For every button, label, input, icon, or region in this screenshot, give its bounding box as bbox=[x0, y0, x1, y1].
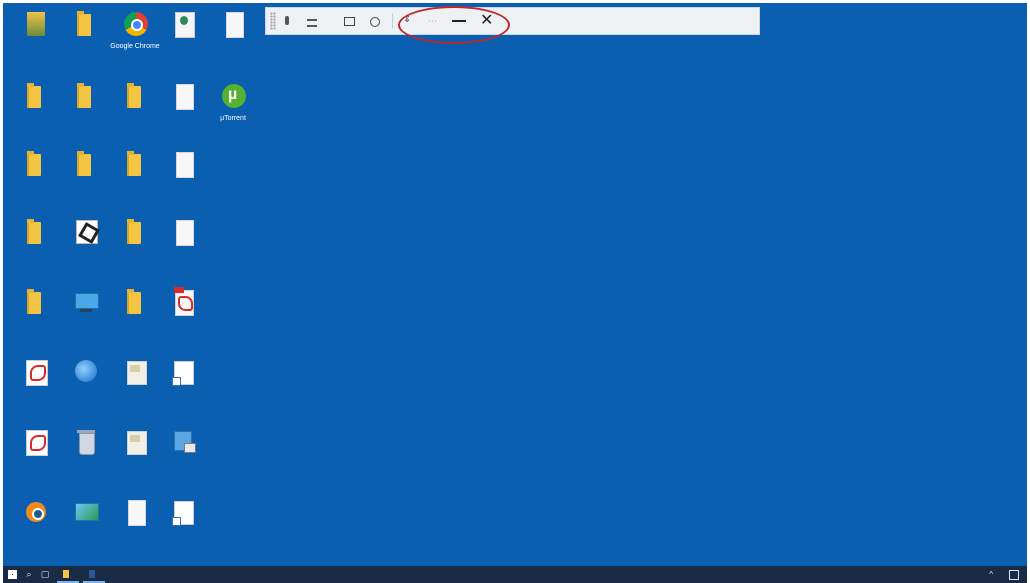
desktop-icon-doc-1[interactable] bbox=[207, 7, 259, 71]
app-icon bbox=[170, 9, 196, 39]
folder-icon bbox=[72, 81, 98, 111]
folder-icon bbox=[63, 569, 69, 578]
desktop-icon-folder-2[interactable] bbox=[9, 79, 61, 143]
desktop-icon-device-manager[interactable] bbox=[157, 425, 209, 489]
remote-toolbar: ··· ✕ bbox=[265, 7, 760, 35]
connection-signal bbox=[301, 12, 326, 30]
desktop-icon-folder-5[interactable] bbox=[9, 147, 61, 211]
folder-icon bbox=[72, 9, 98, 39]
desktop-icon-folder-6[interactable] bbox=[59, 147, 111, 211]
pin-button[interactable] bbox=[276, 12, 301, 30]
app-icon bbox=[22, 9, 48, 39]
desktop-icon-doc-2[interactable] bbox=[157, 79, 209, 143]
taskbar-app-word[interactable] bbox=[83, 566, 105, 583]
document-icon bbox=[170, 217, 196, 247]
taskbar: ⌕ ▢ ^ bbox=[3, 566, 1027, 583]
monitor-icon bbox=[344, 16, 355, 26]
desktop-icon-folder-3[interactable] bbox=[59, 79, 111, 143]
desktop-icon-utorrent[interactable]: µTorrent bbox=[207, 79, 259, 143]
desktop-icon-folder-4[interactable] bbox=[109, 79, 161, 143]
pin-icon bbox=[282, 16, 292, 26]
desktop: Google Chrome µTorrent ··· ✕ bbox=[3, 3, 1027, 566]
desktop-icon-folder-9[interactable] bbox=[109, 215, 161, 279]
document-icon bbox=[170, 149, 196, 179]
more-options-button[interactable]: ··· bbox=[422, 18, 444, 25]
desktop-icon-doc-3[interactable] bbox=[157, 147, 209, 211]
task-view-icon[interactable]: ▢ bbox=[37, 566, 53, 583]
desktop-icon-blender[interactable] bbox=[9, 495, 61, 559]
shortcut-file-icon bbox=[170, 357, 196, 387]
blender-icon bbox=[22, 497, 48, 527]
desktop-icon-control-panel[interactable] bbox=[59, 495, 111, 559]
desktop-icon-pdf-1[interactable] bbox=[157, 285, 209, 349]
taskbar-app-explorer[interactable] bbox=[57, 566, 79, 583]
desktop-icon-unity[interactable] bbox=[59, 215, 111, 279]
system-tray: ^ bbox=[989, 569, 1027, 580]
folder-icon bbox=[22, 217, 48, 247]
desktop-icon-label: µTorrent bbox=[220, 115, 246, 122]
recycle-bin-icon bbox=[72, 427, 98, 457]
desktop-icon-mt-app[interactable] bbox=[157, 7, 209, 71]
toolbar-divider bbox=[392, 14, 393, 28]
shortcut-file-icon bbox=[170, 497, 196, 527]
connection-title bbox=[326, 12, 338, 30]
folder-icon bbox=[72, 149, 98, 179]
folder-icon bbox=[122, 287, 148, 317]
unity-icon bbox=[72, 217, 98, 247]
desktop-icon-doc-6[interactable] bbox=[109, 495, 161, 559]
folder-icon bbox=[122, 149, 148, 179]
folder-icon bbox=[22, 149, 48, 179]
network-icon bbox=[72, 357, 98, 387]
document-icon bbox=[170, 81, 196, 111]
utorrent-icon bbox=[220, 81, 246, 111]
image-file-icon bbox=[122, 357, 148, 387]
control-panel-icon bbox=[72, 497, 99, 527]
image-file-icon bbox=[122, 427, 148, 457]
acrobat-icon bbox=[22, 427, 48, 457]
search-icon[interactable]: ⌕ bbox=[21, 566, 37, 583]
word-icon bbox=[89, 569, 95, 578]
desktop-icon-label: Google Chrome bbox=[110, 43, 160, 50]
desktop-icon-folder-8[interactable] bbox=[9, 215, 61, 279]
desktop-icon-acrobat-pro[interactable] bbox=[9, 425, 61, 489]
acrobat-icon bbox=[22, 357, 48, 387]
switch-display-button[interactable] bbox=[338, 12, 363, 30]
desktop-icon-recycle-bin[interactable] bbox=[59, 425, 111, 489]
control-icon bbox=[403, 14, 413, 26]
close-button[interactable]: ✕ bbox=[474, 13, 499, 29]
minimize-button[interactable] bbox=[452, 20, 466, 22]
chrome-icon bbox=[122, 9, 148, 39]
folder-icon bbox=[122, 217, 148, 247]
desktop-icon-folder-7[interactable] bbox=[109, 147, 161, 211]
desktop-icon-shortcut-1[interactable] bbox=[157, 495, 209, 559]
desktop-icon-img-1[interactable] bbox=[109, 355, 161, 419]
folder-icon bbox=[22, 287, 48, 317]
desktop-icon-folder-10[interactable] bbox=[9, 285, 61, 349]
desktop-icon-img-2[interactable] bbox=[109, 425, 161, 489]
computer-icon bbox=[72, 287, 99, 317]
folder-icon bbox=[122, 81, 148, 111]
desktop-icon-doc-5[interactable] bbox=[157, 355, 209, 419]
folder-icon bbox=[22, 81, 48, 111]
show-hidden-icons-button[interactable]: ^ bbox=[989, 570, 993, 579]
desktop-icon-network[interactable] bbox=[59, 355, 111, 419]
control-button[interactable] bbox=[397, 12, 422, 30]
desktop-icon-folder-1[interactable] bbox=[59, 7, 111, 71]
desktop-icon-chrome[interactable]: Google Chrome bbox=[109, 7, 161, 71]
document-icon bbox=[122, 497, 148, 527]
desktop-icon-acrobat-reader[interactable] bbox=[9, 355, 61, 419]
pdf-icon bbox=[170, 287, 196, 317]
usb-devices-button[interactable] bbox=[363, 12, 388, 30]
device-manager-icon bbox=[170, 427, 196, 457]
desktop-icon-this-pc[interactable] bbox=[59, 285, 111, 349]
usb-icon bbox=[369, 16, 380, 27]
document-icon bbox=[220, 9, 246, 39]
desktop-icon-doc-4[interactable] bbox=[157, 215, 209, 279]
desktop-icon-folder-11[interactable] bbox=[109, 285, 161, 349]
notification-icon[interactable] bbox=[1009, 569, 1019, 580]
desktop-icon-admin-tool[interactable] bbox=[9, 7, 61, 71]
start-button[interactable] bbox=[3, 566, 21, 583]
signal-icon bbox=[307, 16, 317, 27]
